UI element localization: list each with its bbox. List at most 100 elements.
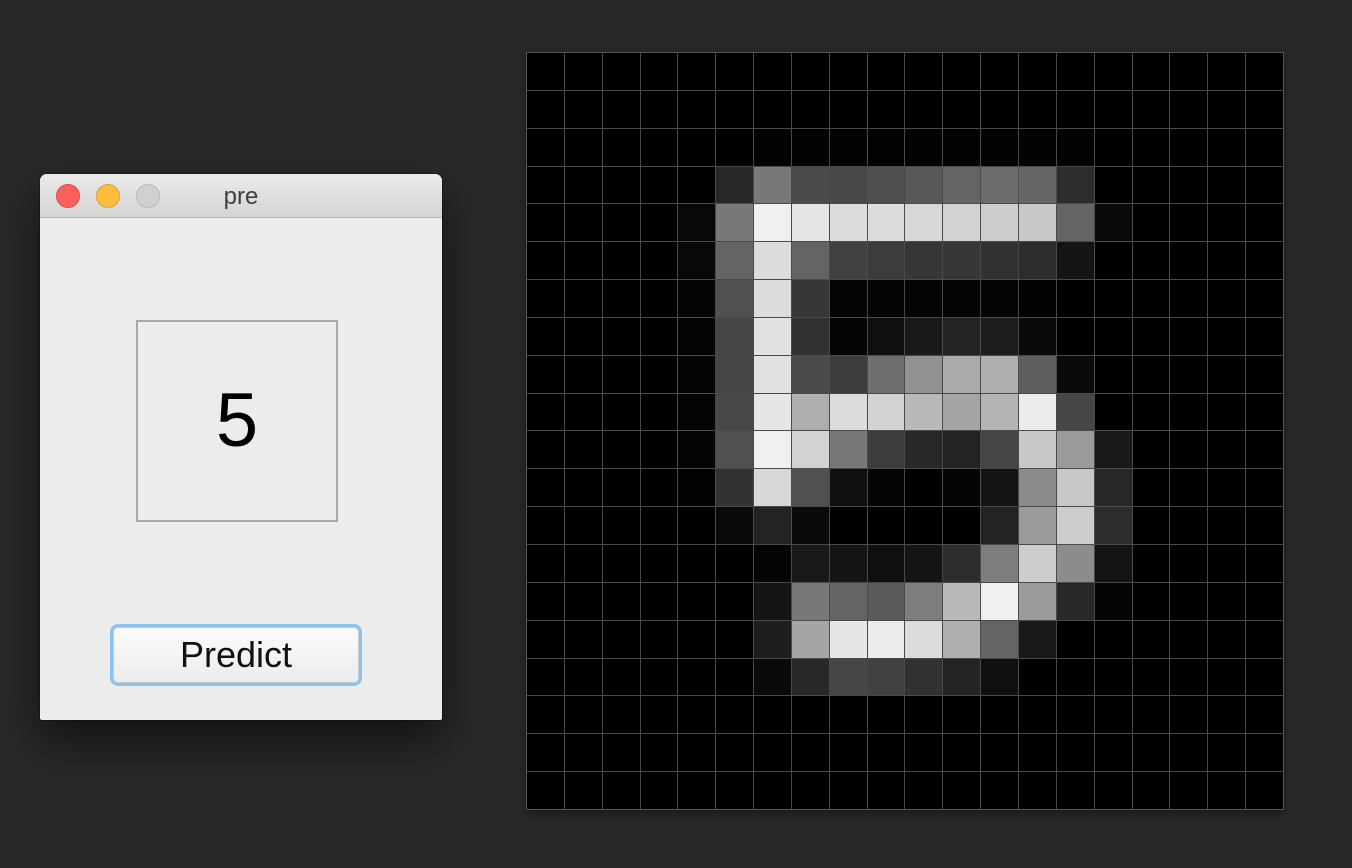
pixel-cell[interactable] — [754, 90, 791, 128]
pixel-cell[interactable] — [905, 469, 943, 507]
pixel-cell[interactable] — [1132, 90, 1170, 128]
pixel-cell[interactable] — [1056, 128, 1094, 166]
pixel-cell[interactable] — [716, 620, 754, 658]
pixel-cell[interactable] — [754, 53, 791, 90]
pixel-cell[interactable] — [1056, 355, 1094, 393]
pixel-cell[interactable] — [1132, 355, 1170, 393]
pixel-cell[interactable] — [527, 128, 564, 166]
pixel-cell[interactable] — [1170, 355, 1208, 393]
pixel-cell[interactable] — [678, 431, 716, 469]
pixel-cell[interactable] — [1056, 658, 1094, 696]
pixel-cell[interactable] — [829, 772, 867, 809]
pixel-cell[interactable] — [943, 658, 981, 696]
pixel-cell[interactable] — [678, 355, 716, 393]
pixel-cell[interactable] — [1132, 620, 1170, 658]
pixel-cell[interactable] — [678, 393, 716, 431]
pixel-cell[interactable] — [981, 393, 1019, 431]
pixel-cell[interactable] — [943, 469, 981, 507]
pixel-cell[interactable] — [1170, 772, 1208, 809]
pixel-cell[interactable] — [791, 620, 829, 658]
pixel-cell[interactable] — [1246, 734, 1283, 772]
pixel-cell[interactable] — [1094, 128, 1132, 166]
pixel-cell[interactable] — [640, 469, 678, 507]
pixel-cell[interactable] — [564, 242, 602, 280]
pixel-cell[interactable] — [791, 734, 829, 772]
pixel-cell[interactable] — [716, 469, 754, 507]
pixel-cell[interactable] — [829, 620, 867, 658]
pixel-cell[interactable] — [829, 204, 867, 242]
pixel-cell[interactable] — [754, 128, 791, 166]
pixel-cell[interactable] — [1208, 734, 1246, 772]
pixel-cell[interactable] — [981, 317, 1019, 355]
pixel-cell[interactable] — [1170, 658, 1208, 696]
pixel-cell[interactable] — [754, 469, 791, 507]
pixel-cell[interactable] — [943, 166, 981, 204]
pixel-cell[interactable] — [1132, 204, 1170, 242]
pixel-cell[interactable] — [678, 469, 716, 507]
pixel-cell[interactable] — [905, 507, 943, 545]
pixel-cell[interactable] — [564, 772, 602, 809]
pixel-cell[interactable] — [716, 696, 754, 734]
pixel-cell[interactable] — [527, 355, 564, 393]
pixel-cell[interactable] — [829, 166, 867, 204]
pixel-cell[interactable] — [527, 582, 564, 620]
pixel-cell[interactable] — [829, 696, 867, 734]
pixel-cell[interactable] — [829, 355, 867, 393]
pixel-cell[interactable] — [1056, 469, 1094, 507]
pixel-cell[interactable] — [716, 242, 754, 280]
pixel-cell[interactable] — [527, 90, 564, 128]
pixel-cell[interactable] — [1132, 393, 1170, 431]
pixel-cell[interactable] — [564, 90, 602, 128]
pixel-cell[interactable] — [1094, 545, 1132, 582]
pixel-cell[interactable] — [1170, 90, 1208, 128]
pixel-cell[interactable] — [867, 772, 905, 809]
pixel-cell[interactable] — [754, 204, 791, 242]
pixel-cell[interactable] — [905, 166, 943, 204]
pixel-cell[interactable] — [1094, 696, 1132, 734]
pixel-cell[interactable] — [1132, 242, 1170, 280]
pixel-cell[interactable] — [1056, 696, 1094, 734]
pixel-cell[interactable] — [1132, 507, 1170, 545]
pixel-cell[interactable] — [640, 317, 678, 355]
pixel-cell[interactable] — [943, 507, 981, 545]
pixel-cell[interactable] — [791, 355, 829, 393]
pixel-cell[interactable] — [1208, 620, 1246, 658]
pixel-cell[interactable] — [943, 128, 981, 166]
pixel-cell[interactable] — [716, 204, 754, 242]
pixel-cell[interactable] — [981, 128, 1019, 166]
pixel-cell[interactable] — [564, 280, 602, 317]
pixel-cell[interactable] — [981, 734, 1019, 772]
pixel-cell[interactable] — [1246, 355, 1283, 393]
pixel-cell[interactable] — [905, 355, 943, 393]
pixel-cell[interactable] — [640, 242, 678, 280]
pixel-cell[interactable] — [867, 242, 905, 280]
pixel-cell[interactable] — [716, 431, 754, 469]
pixel-cell[interactable] — [1208, 507, 1246, 545]
pixel-cell[interactable] — [791, 658, 829, 696]
pixel-cell[interactable] — [678, 620, 716, 658]
pixel-cell[interactable] — [981, 280, 1019, 317]
pixel-cell[interactable] — [640, 734, 678, 772]
pixel-cell[interactable] — [829, 582, 867, 620]
pixel-cell[interactable] — [1170, 166, 1208, 204]
pixel-cell[interactable] — [1132, 317, 1170, 355]
pixel-cell[interactable] — [527, 545, 564, 582]
pixel-cell[interactable] — [564, 128, 602, 166]
pixel-cell[interactable] — [1208, 204, 1246, 242]
pixel-cell[interactable] — [791, 545, 829, 582]
pixel-cell[interactable] — [1019, 280, 1056, 317]
pixel-cell[interactable] — [678, 772, 716, 809]
pixel-cell[interactable] — [1056, 90, 1094, 128]
pixel-cell[interactable] — [1094, 355, 1132, 393]
pixel-cell[interactable] — [829, 431, 867, 469]
pixel-cell[interactable] — [981, 507, 1019, 545]
pixel-cell[interactable] — [1019, 53, 1056, 90]
pixel-cell[interactable] — [1056, 431, 1094, 469]
pixel-cell[interactable] — [905, 393, 943, 431]
pixel-cell[interactable] — [564, 355, 602, 393]
pixel-cell[interactable] — [716, 507, 754, 545]
pixel-cell[interactable] — [640, 772, 678, 809]
pixel-cell[interactable] — [1019, 620, 1056, 658]
pixel-cell[interactable] — [564, 545, 602, 582]
pixel-cell[interactable] — [602, 53, 640, 90]
